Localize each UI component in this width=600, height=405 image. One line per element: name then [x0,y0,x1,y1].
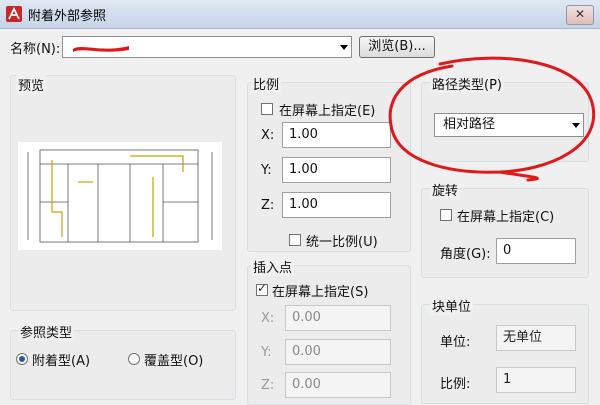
overlay-label: 覆盖型(O) [144,354,204,369]
drawing-preview-image [18,142,222,250]
insertion-y-label: Y: [261,345,272,360]
attach-label: 附着型(A) [32,354,91,369]
unit-label: 单位: [440,335,471,350]
window-title: 附着外部参照 [28,9,107,24]
unit-value: 无单位 [496,325,576,351]
uniform-scale-checkbox[interactable] [289,234,301,246]
chevron-down-icon [340,45,348,50]
name-label: 名称(N): [10,42,61,57]
scale-z-label: Z: [261,198,275,213]
close-button[interactable]: ✕ [566,5,594,25]
scale-y-label: Y: [261,163,272,178]
insertion-x-field[interactable]: 0.00 [285,305,391,331]
insertion-title: 插入点 [251,257,295,276]
block-scale-value: 1 [496,367,576,393]
insertion-x-label: X: [261,311,275,326]
scale-y-field[interactable]: 1.00 [282,157,391,183]
rotation-group [421,188,589,278]
insertion-onscreen-label: 在屏幕上指定(S) [272,285,369,300]
block-scale-label: 比例: [440,377,471,392]
scale-group-title: 比例 [251,74,282,93]
insertion-z-field[interactable]: 0.00 [285,372,391,398]
ref-type-title: 参照类型 [18,322,75,341]
scale-onscreen-label: 在屏幕上指定(E) [279,104,376,119]
scale-z-field[interactable]: 1.00 [282,192,391,218]
autocad-app-icon [6,6,22,22]
overlay-radio[interactable] [128,353,140,365]
scale-x-field[interactable]: 1.00 [282,122,391,148]
rotation-onscreen-label: 在屏幕上指定(C) [457,210,555,225]
scale-onscreen-checkbox[interactable] [261,103,273,115]
rotation-title: 旋转 [430,180,461,199]
insertion-onscreen-checkbox[interactable] [256,281,268,296]
attach-radio[interactable] [16,353,28,365]
angle-label: 角度(G): [440,247,491,262]
uniform-scale-label: 统一比例(U) [306,235,378,250]
red-annotation-circle [388,56,596,182]
scale-x-label: X: [261,128,275,143]
rotation-onscreen-checkbox[interactable] [440,209,452,221]
block-unit-title: 块单位 [430,296,474,315]
insertion-y-field[interactable]: 0.00 [285,339,391,365]
close-icon: ✕ [574,7,586,21]
preview-group-title: 预览 [16,75,47,94]
angle-field[interactable]: 0 [496,238,576,264]
insertion-z-label: Z: [261,378,275,393]
redaction-scribble [73,46,129,52]
name-combobox[interactable] [62,36,352,58]
